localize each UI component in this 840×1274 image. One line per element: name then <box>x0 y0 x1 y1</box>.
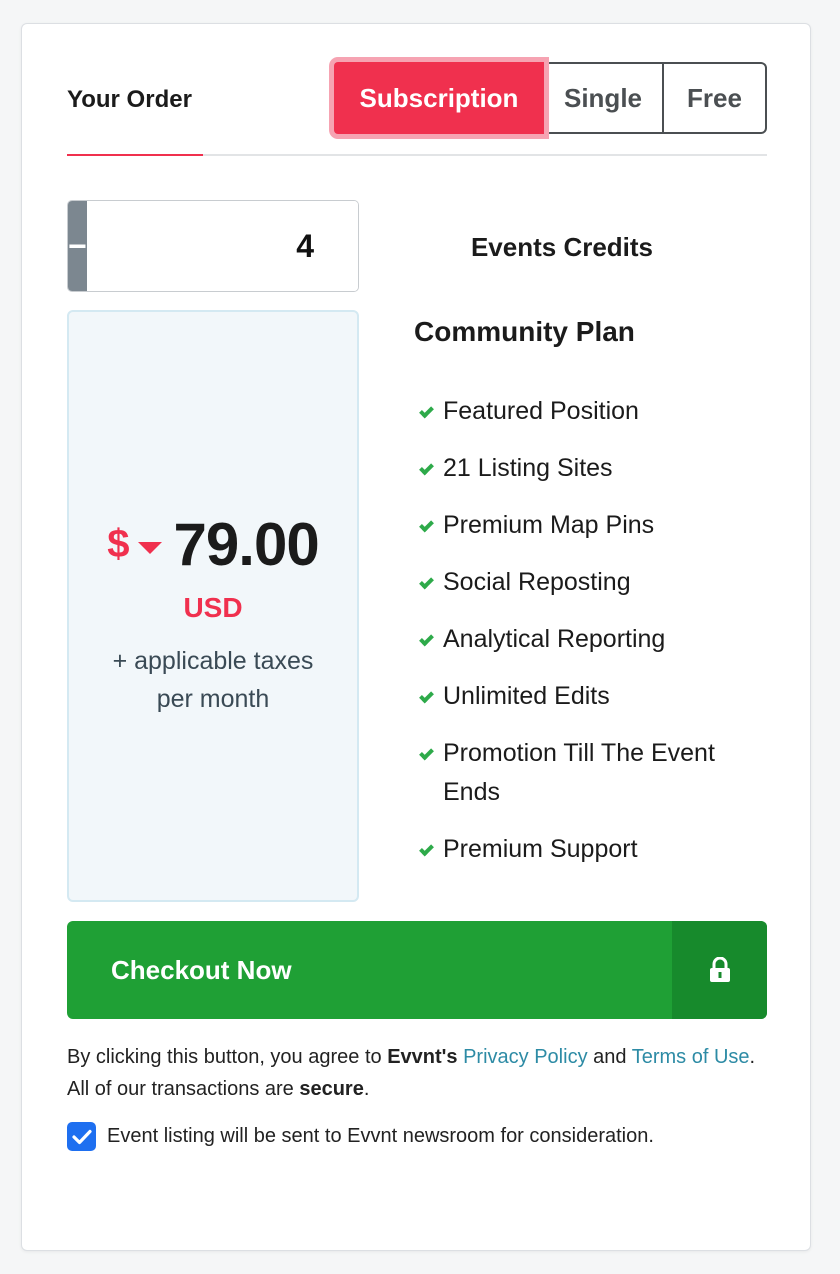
list-item: Unlimited Edits <box>418 677 758 716</box>
quantity-input[interactable] <box>86 201 358 291</box>
check-icon <box>419 460 434 476</box>
feature-label: Premium Support <box>443 835 638 863</box>
price-amount: 79.00 <box>173 511 320 578</box>
currency-symbol: $ <box>107 522 130 566</box>
lock-icon <box>672 921 767 1019</box>
order-card: Your Order Subscription Single Free − + … <box>21 23 811 1251</box>
newsroom-consent: Event listing will be sent to Evvnt news… <box>67 1122 654 1151</box>
quantity-stepper: − + <box>67 200 359 292</box>
price-panel: $ 79.00 USD + applicable taxes per month <box>67 310 359 902</box>
legal-notice: By clicking this button, you agree to Ev… <box>67 1041 767 1105</box>
newsroom-consent-label: Event listing will be sent to Evvnt news… <box>107 1125 654 1147</box>
feature-label: Unlimited Edits <box>443 682 610 710</box>
checkmark-icon <box>71 1129 92 1144</box>
plan-features-list: Featured Position 21 Listing Sites Premi… <box>418 392 758 887</box>
check-icon <box>419 688 434 704</box>
feature-label: Social Reposting <box>443 568 631 596</box>
feature-label: Promotion Till The Event Ends <box>443 739 715 806</box>
currency-code: USD <box>183 592 243 623</box>
terms-of-use-link[interactable]: Terms of Use <box>632 1046 750 1068</box>
currency-dropdown-caret-icon[interactable] <box>137 541 162 554</box>
legal-secure: secure <box>299 1078 364 1100</box>
credits-label: Events Credits <box>470 232 654 262</box>
decrement-button[interactable]: − <box>68 201 87 291</box>
feature-label: Featured Position <box>443 397 639 425</box>
tab-free[interactable]: Free <box>664 64 765 132</box>
tax-note-line: + applicable taxes <box>112 647 314 675</box>
check-icon <box>419 517 434 533</box>
tab-subscription[interactable]: Subscription <box>334 62 544 134</box>
tax-note: + applicable taxes per month <box>69 642 357 718</box>
checkout-button[interactable]: Checkout Now <box>67 921 767 1019</box>
check-icon <box>419 631 434 647</box>
feature-label: Analytical Reporting <box>443 625 666 653</box>
order-type-tabs: Subscription Single Free <box>334 62 767 134</box>
check-icon <box>419 841 434 857</box>
list-item: Social Reposting <box>418 563 758 602</box>
order-title: Your Order <box>67 86 192 113</box>
feature-label: 21 Listing Sites <box>443 454 613 482</box>
billing-period: per month <box>156 685 270 713</box>
checkout-label: Checkout Now <box>111 954 292 985</box>
check-icon <box>419 403 434 419</box>
legal-brand: Evvnt's <box>387 1046 458 1068</box>
check-icon <box>419 574 434 590</box>
legal-suffix: . <box>363 1078 370 1100</box>
tab-single[interactable]: Single <box>544 64 664 132</box>
list-item: Premium Map Pins <box>418 506 758 545</box>
price-line: $ 79.00 <box>69 510 357 579</box>
list-item: Featured Position <box>418 392 758 431</box>
list-item: 21 Listing Sites <box>418 449 758 488</box>
list-item: Promotion Till The Event Ends <box>418 734 758 812</box>
check-icon <box>419 745 434 761</box>
list-item: Premium Support <box>418 830 758 869</box>
list-item: Analytical Reporting <box>418 620 758 659</box>
privacy-policy-link[interactable]: Privacy Policy <box>463 1046 587 1068</box>
plan-name: Community Plan <box>414 316 635 347</box>
newsroom-consent-checkbox[interactable] <box>67 1122 96 1151</box>
legal-and: and <box>587 1046 632 1068</box>
legal-prefix: By clicking this button, you agree to <box>67 1046 388 1068</box>
header-divider-accent <box>67 154 203 156</box>
feature-label: Premium Map Pins <box>443 511 655 539</box>
